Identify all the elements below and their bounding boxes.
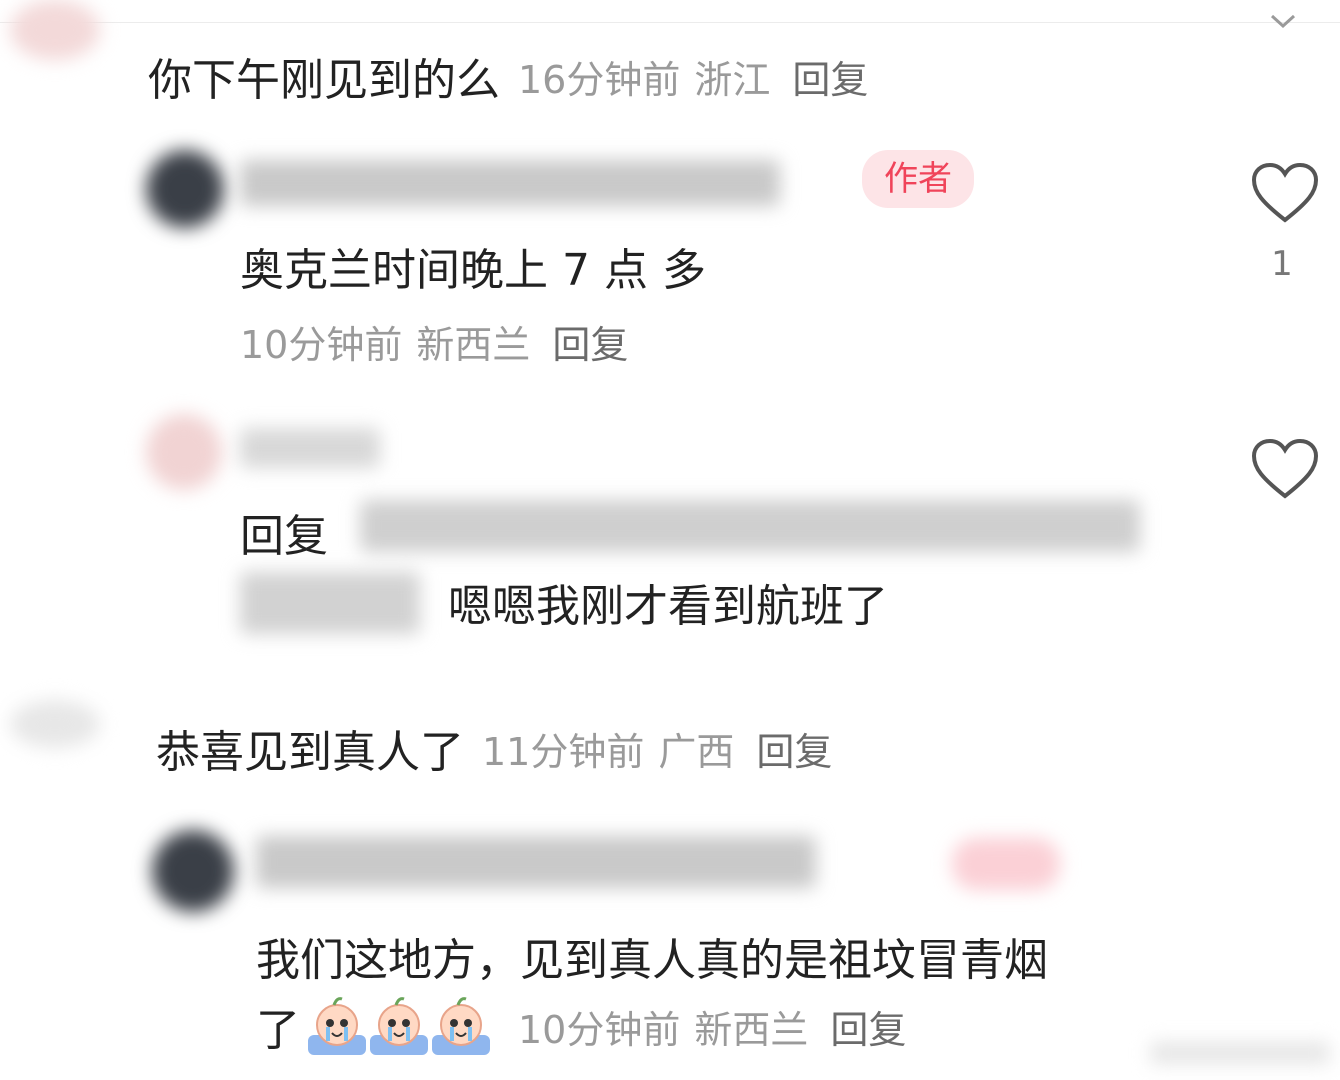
chevron-down-icon[interactable] — [1268, 12, 1298, 32]
comment-location: 广西 — [658, 729, 735, 774]
comment-text: 奥克兰时间晚上 7 点 多 — [240, 245, 706, 296]
comment-location: 新西兰 — [416, 323, 531, 367]
username-redacted[interactable] — [240, 428, 380, 468]
reply-button[interactable]: 回复 — [552, 314, 628, 369]
comment-time: 10分钟前 — [240, 323, 403, 367]
username-redacted[interactable] — [256, 836, 816, 888]
comment-time: 16分钟前 — [518, 57, 681, 102]
crying-peach-emoji-icon — [430, 995, 492, 1057]
crying-peach-emoji-icon — [368, 995, 430, 1057]
reply-button[interactable]: 回复 — [792, 49, 868, 104]
crying-peach-emoji-icon — [306, 995, 368, 1057]
comment-time: 11分钟前 — [482, 729, 645, 774]
avatar[interactable] — [152, 830, 234, 912]
comment-text-line1: 我们这地方，见到真人真的是祖坟冒青烟 — [256, 935, 1048, 986]
quoted-username-redacted[interactable] — [360, 500, 1140, 552]
comment-text: 你下午刚见到的么 — [148, 55, 500, 106]
watermark — [1150, 1042, 1330, 1064]
author-badge-redacted — [952, 838, 1060, 890]
comment-location: 新西兰 — [694, 1007, 809, 1052]
quoted-username-redacted[interactable] — [240, 572, 420, 634]
avatar[interactable] — [10, 700, 100, 748]
reply-prefix: 回复 — [240, 511, 328, 562]
comment-location: 浙江 — [694, 57, 771, 102]
comment-text-line2: 了 — [256, 1005, 300, 1056]
comment-text-line2-row: 了 10分钟前 新西兰 回复 — [256, 994, 906, 1058]
reply-button[interactable]: 回复 — [830, 999, 906, 1054]
top-divider — [0, 22, 1340, 23]
username-redacted[interactable] — [240, 160, 780, 206]
comment-4: 恭喜见到真人了 11分钟前 广西 回复 — [156, 716, 832, 780]
avatar[interactable] — [146, 414, 222, 490]
comment-text: 恭喜见到真人了 — [156, 727, 464, 778]
reply-button[interactable]: 回复 — [756, 721, 832, 776]
avatar[interactable] — [10, 0, 100, 60]
comment-time: 10分钟前 — [518, 1007, 681, 1052]
author-badge: 作者 — [862, 150, 974, 208]
avatar[interactable] — [146, 150, 224, 228]
like-count: 1 — [1271, 244, 1293, 284]
comment-text: 嗯嗯我刚才看到航班了 — [448, 581, 888, 632]
heart-outline-icon[interactable] — [1250, 162, 1320, 224]
heart-outline-icon[interactable] — [1250, 438, 1320, 500]
comment-1: 你下午刚见到的么 16分钟前 浙江 回复 — [148, 44, 868, 108]
comment-meta: 10分钟前 新西兰 回复 — [240, 314, 628, 369]
